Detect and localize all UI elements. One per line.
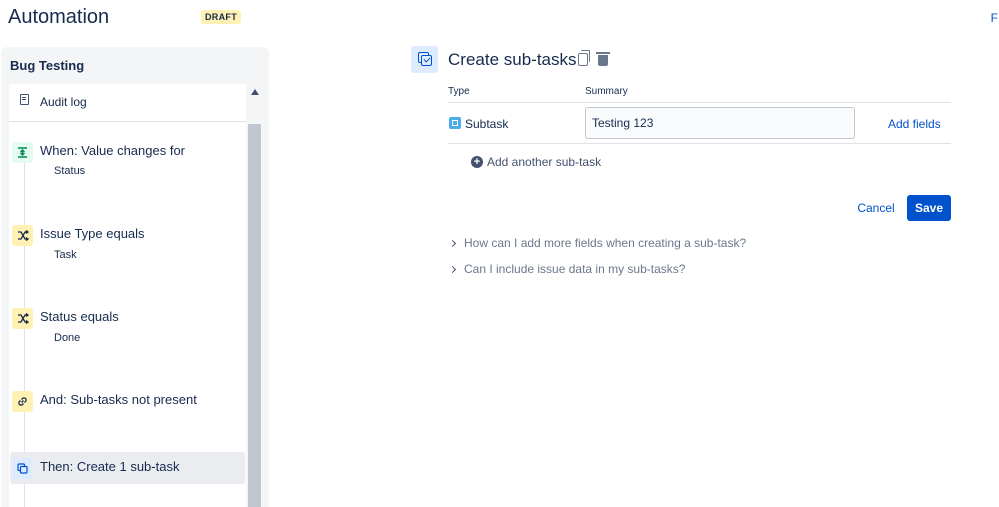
faq-label: Can I include issue data in my sub-tasks… bbox=[464, 262, 686, 276]
divider bbox=[448, 143, 951, 144]
component-title: When: Value changes for bbox=[40, 143, 186, 158]
subtask-type-label: Subtask bbox=[465, 117, 509, 131]
trigger-icon bbox=[12, 142, 33, 163]
shuffle-icon bbox=[12, 308, 33, 329]
app-title: Automation bbox=[8, 6, 110, 28]
audit-log-label: Audit log bbox=[40, 95, 87, 109]
column-header-type: Type bbox=[448, 86, 470, 97]
chevron-right-icon bbox=[448, 239, 457, 247]
component-subtitle: Task bbox=[54, 249, 77, 261]
scroll-up-arrow-icon[interactable] bbox=[251, 89, 259, 95]
add-fields-link[interactable]: Add fields bbox=[888, 117, 941, 131]
status-badge: DRAFT bbox=[201, 10, 241, 24]
faq-item[interactable]: How can I add more fields when creating … bbox=[448, 236, 747, 250]
cancel-button[interactable]: Cancel bbox=[852, 195, 900, 221]
panel-title: Create sub-tasks bbox=[448, 50, 577, 69]
rule-sidebar: Bug Testing Audit log When: Value change… bbox=[1, 47, 269, 507]
component-subtitle: Status bbox=[54, 165, 86, 177]
audit-log-item[interactable]: Audit log bbox=[9, 84, 246, 122]
subtask-type-icon bbox=[449, 117, 461, 129]
chevron-right-icon bbox=[448, 265, 457, 273]
add-circle-icon: + bbox=[471, 156, 483, 168]
top-right-link[interactable]: F bbox=[991, 11, 998, 25]
component-trigger[interactable]: When: Value changes for Status bbox=[9, 142, 246, 186]
component-condition-status[interactable]: Status equals Done bbox=[9, 308, 246, 352]
rule-name: Bug Testing bbox=[10, 58, 85, 73]
add-another-label: Add another sub-task bbox=[487, 155, 602, 169]
scrollbar-thumb[interactable] bbox=[248, 124, 261, 507]
faq-item[interactable]: Can I include issue data in my sub-tasks… bbox=[448, 262, 686, 276]
component-subtitle: Done bbox=[54, 332, 81, 344]
component-title: And: Sub-tasks not present bbox=[40, 392, 197, 407]
component-condition-issue-type[interactable]: Issue Type equals Task bbox=[9, 225, 246, 269]
column-header-summary: Summary bbox=[585, 86, 628, 97]
component-condition-subtasks[interactable]: And: Sub-tasks not present bbox=[9, 391, 246, 421]
trash-icon[interactable] bbox=[596, 52, 610, 66]
add-another-subtask-button[interactable]: + Add another sub-task bbox=[471, 155, 601, 169]
document-icon bbox=[20, 94, 29, 105]
copy-icon[interactable] bbox=[578, 50, 590, 66]
subtask-icon bbox=[12, 458, 33, 479]
component-title: Issue Type equals bbox=[40, 226, 145, 241]
component-list: Audit log When: Value changes for Status… bbox=[9, 84, 246, 507]
link-icon bbox=[12, 391, 33, 412]
faq-label: How can I add more fields when creating … bbox=[464, 236, 747, 250]
subtask-icon bbox=[411, 46, 438, 73]
component-title: Status equals bbox=[40, 309, 119, 324]
divider bbox=[448, 102, 951, 103]
save-button[interactable]: Save bbox=[907, 195, 951, 221]
summary-input[interactable] bbox=[585, 107, 855, 139]
component-action-create-subtask[interactable]: Then: Create 1 sub-task bbox=[9, 458, 246, 482]
component-title: Then: Create 1 sub-task bbox=[40, 459, 180, 474]
shuffle-icon bbox=[12, 225, 33, 246]
